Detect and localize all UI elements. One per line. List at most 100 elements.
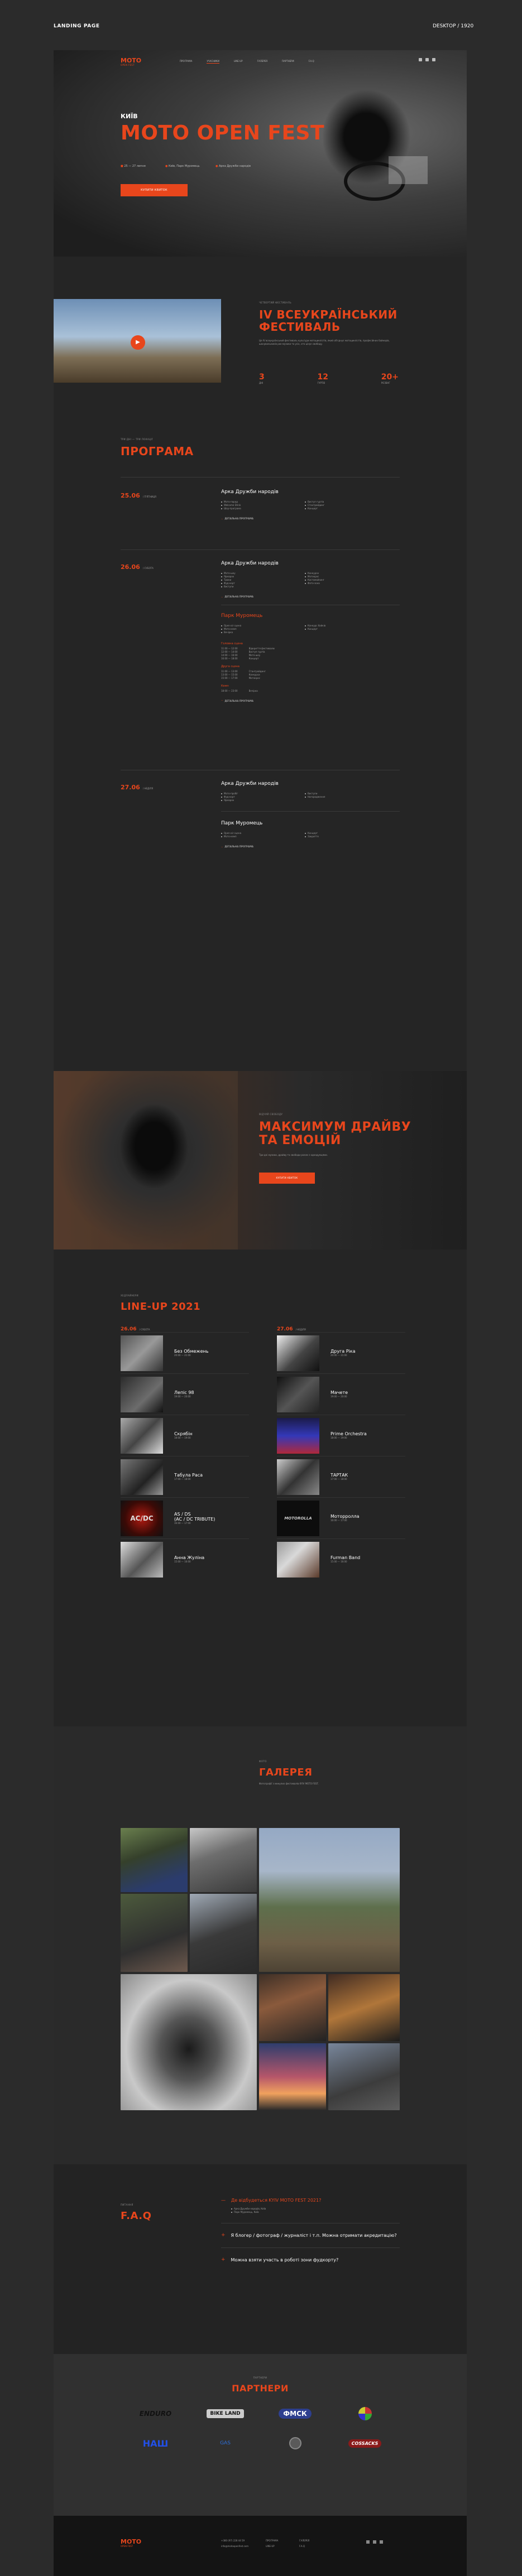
block-lists: Мото-парад Welcome Drink Шоу-програма Ви…	[221, 500, 400, 510]
footer-link-program[interactable]: ПРОГРАМА	[266, 2539, 278, 2543]
artist-photo	[121, 1417, 163, 1454]
play-icon[interactable]: ▶	[131, 335, 145, 350]
promo-title-2: ТА ЕМОЦІЙ	[259, 1133, 341, 1147]
partner-logo-seal[interactable]	[289, 2437, 301, 2449]
artist-row[interactable]: Друга Ріка 20:00 — 21:00	[277, 1332, 405, 1373]
partner-logo-fmsk[interactable]: ФМСК	[279, 2409, 312, 2419]
artist-row[interactable]: Лепіс 98 19:00 — 20:00	[121, 1373, 249, 1415]
gallery-photo-large[interactable]	[259, 1828, 400, 1972]
promo-title-1: МАКСИМУМ ДРАЙВУ	[259, 1120, 411, 1134]
list-b: Конкурс байків Концерт	[305, 624, 325, 634]
partner-logo-gas[interactable]: GAS	[220, 2440, 231, 2446]
hero-billboard	[389, 156, 428, 184]
artist-photo	[121, 1541, 163, 1578]
footer-phone[interactable]: +380 (97) 228 44 59	[221, 2539, 245, 2543]
gallery-section: ФОТО ГАЛЕРЕЯ Фотографії з минулих фестив…	[54, 1726, 467, 2164]
nav-item-partners[interactable]: ПАРТНЕРИ	[282, 59, 294, 64]
gallery-photo[interactable]	[328, 1974, 400, 2041]
hero-extra-place: ● Арка Дружби народів	[215, 165, 251, 168]
day-1: 25.06 / П'ЯТНИЦЯ	[121, 492, 156, 499]
footer-logo-sub: OPEN FEST	[121, 2545, 133, 2548]
artist-row[interactable]: Prime Orchestra 18:00 — 19:00	[277, 1415, 405, 1456]
hero: MOTO OPEN FEST ПРОГРАМА УЧАСНИКИ LINE-UP…	[54, 50, 467, 257]
lineup-day-1: 26.06 / СУБОТА	[121, 1326, 150, 1332]
gallery-photo[interactable]	[259, 1974, 326, 2041]
schedule-heading: Друга сцена	[221, 665, 240, 668]
partners-grid: ENDURO BIKE LAND ФМСК НАШ GAS COSSACKS	[121, 2407, 400, 2449]
program-more-link[interactable]: ⌄ ДЕТАЛЬНА ПРОГРАМА	[221, 517, 400, 520]
artist-row[interactable]: AC/DC AS / DS (AC / DC TRIBUTE) 16:00 — 17:…	[121, 1497, 249, 1538]
partner-logo-emblem[interactable]	[358, 2407, 372, 2420]
footer-link-gallery[interactable]: ГАЛЕРЕЯ	[299, 2539, 309, 2543]
gallery-photo[interactable]	[328, 2043, 400, 2110]
list-b: Виступ гуртів Стантрайдинг Концерт	[305, 500, 324, 510]
instagram-icon[interactable]	[373, 2540, 376, 2544]
instagram-icon[interactable]	[425, 58, 429, 61]
footer-link-lineup[interactable]: LINE-UP	[266, 2545, 275, 2548]
footer-link-faq[interactable]: F.A.Q	[299, 2545, 305, 2548]
schedule-row: 16:00 — 18:00 Концерт	[221, 657, 259, 660]
gallery-photo[interactable]	[190, 1828, 257, 1892]
nav-item-lineup[interactable]: LINE-UP	[234, 59, 243, 64]
lineup-day-2: 27.06 / НЕДІЛЯ	[277, 1326, 306, 1332]
gallery-photo-large[interactable]	[121, 1974, 257, 2110]
artist-row[interactable]: Анна Жуліна 15:00 — 16:00	[121, 1538, 249, 1580]
festival-title-2: ФЕСТИВАЛЬ	[259, 320, 341, 334]
lineup-section: ХЕДЛАЙНЕРИ LINE-UP 2021 26.06 / СУБОТА 2…	[54, 1250, 467, 1726]
youtube-icon[interactable]	[380, 2540, 383, 2544]
schedule: Головна сцена 11:00 — 12:00 Відкриття фес…	[221, 642, 400, 693]
footer: MOTO OPEN FEST +380 (97) 228 44 59 info@…	[54, 2516, 467, 2576]
faq-section: ПИТАННЯ F.A.Q — Де відбудеться KYIV MOTO …	[54, 2164, 467, 2354]
block-place: Арка Дружби народів	[221, 561, 279, 566]
promo-cta-button[interactable]: КУПИТИ КВИТОК	[259, 1173, 315, 1184]
partner-logo-nash[interactable]: НАШ	[143, 2438, 169, 2449]
plus-icon: +	[221, 2257, 226, 2263]
artist-row[interactable]: Табула Раса 17:00 — 18:00	[121, 1456, 249, 1497]
hero-cta-button[interactable]: КУПИТИ КВИТОК	[121, 184, 188, 196]
artist-row[interactable]: Furman Band 15:00 — 16:00	[277, 1538, 405, 1580]
artist-photo	[121, 1459, 163, 1495]
nav-item-program[interactable]: ПРОГРАМА	[180, 59, 192, 64]
day-2-block: Арка Дружби народів Мото-шоу Ярмарок Трю…	[221, 561, 400, 702]
day-3: 27.06 / НЕДІЛЯ	[121, 784, 154, 791]
footer-email[interactable]: info@motoopenfest.com	[221, 2545, 248, 2548]
artist-row[interactable]: ТАРТАК 17:00 — 18:00	[277, 1456, 405, 1497]
youtube-icon[interactable]	[432, 58, 435, 61]
artist-row[interactable]: Без Обмежень 20:00 — 21:00	[121, 1332, 249, 1373]
artist-row[interactable]: Скрябін 18:00 — 19:00	[121, 1415, 249, 1456]
partners-sub: ПАРТНЕРИ	[253, 2376, 267, 2379]
partner-logo-enduro[interactable]: ENDURO	[140, 2410, 171, 2418]
program-more-link[interactable]: ⌄ ДЕТАЛЬНА ПРОГРАМА	[221, 595, 400, 598]
partner-logo-bikeland[interactable]: BIKE LAND	[207, 2409, 244, 2418]
promo-sub: ВІДЧУЙ СВОБОДУ	[259, 1113, 283, 1116]
hero-date: ■ 25 — 27 липня	[121, 165, 146, 168]
footer-social	[366, 2540, 383, 2544]
gallery-photo[interactable]	[259, 2043, 326, 2110]
facebook-icon[interactable]	[366, 2540, 370, 2544]
facebook-icon[interactable]	[419, 58, 422, 61]
block-lists: Open-air сцена Мото-кемп Концерт Закритт…	[221, 832, 400, 838]
chevron-icon: ⌄	[221, 595, 223, 598]
program-more-link[interactable]: ⌃ ДЕТАЛЬНА ПРОГРАМА	[221, 700, 400, 702]
artist-row[interactable]: MOTOROLLA Моторролла 16:00 — 17:00	[277, 1497, 405, 1538]
hero-city: КИЇВ	[121, 113, 138, 120]
nav-item-faq[interactable]: F.A.Q	[309, 59, 314, 64]
artist-photo	[277, 1417, 319, 1454]
gallery-title: ГАЛЕРЕЯ	[259, 1767, 313, 1778]
faq-item[interactable]: + Можна взяти участь в роботі зони фудкор…	[221, 2257, 400, 2263]
block-lists: Open-air сцена Мото-кемп Вечірка Конкурс…	[221, 624, 400, 634]
gallery-photo[interactable]	[190, 1894, 257, 1972]
gallery-photo[interactable]	[121, 1828, 188, 1892]
festival-stats: 3 ДНІ 12 ГУРТІВ 20+ РОЗВАГ	[259, 373, 399, 385]
list-b: Концерт Закриття	[305, 832, 319, 838]
partner-logo-cossacks[interactable]: COSSACKS	[348, 2439, 382, 2448]
gallery-sub: ФОТО	[259, 1760, 267, 1763]
faq-item-open[interactable]: — Де відбудеться KYIV MOTO FEST 2021? Арка…	[221, 2198, 400, 2214]
stat-fun: 20+ РОЗВАГ	[381, 373, 399, 384]
program-more-link[interactable]: ⌄ ДЕТАЛЬНА ПРОГРАМА	[221, 845, 400, 848]
faq-item[interactable]: + Я блогер / фотограф / журналіст і т.п. …	[221, 2232, 400, 2239]
nav-item-participants[interactable]: УЧАСНИКИ	[207, 59, 219, 64]
nav-item-gallery[interactable]: ГАЛЕРЕЯ	[257, 59, 267, 64]
artist-row[interactable]: Мачете 19:00 — 20:00	[277, 1373, 405, 1415]
gallery-photo[interactable]	[121, 1894, 188, 1972]
